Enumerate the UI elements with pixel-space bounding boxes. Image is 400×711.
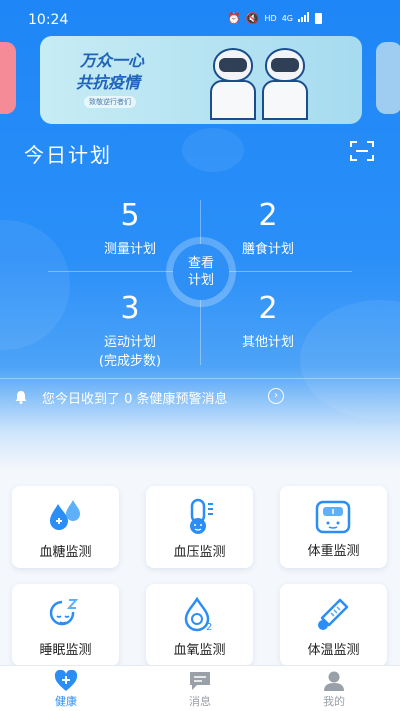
plan-count: 2 <box>258 198 278 233</box>
monitor-card-blood-sugar[interactable]: 血糖监测 <box>12 486 119 568</box>
network-badge: 4G <box>281 14 293 23</box>
plan-exercise[interactable]: 3 运动计划 (完成步数) <box>60 291 200 371</box>
bell-icon <box>14 389 28 404</box>
doctor-illustration <box>210 48 256 124</box>
hd-badge: HD <box>264 14 277 23</box>
decor-blob <box>182 128 244 172</box>
banner-title-line2: 共抗疫情 <box>76 73 141 92</box>
tab-messages[interactable]: 消息 <box>160 670 240 709</box>
thermometer-icon <box>313 596 353 634</box>
status-icons: ⏰ 🔇 HD 4G <box>227 12 322 25</box>
monitor-card-blood-pressure[interactable]: 血压监测 <box>146 486 253 568</box>
mute-icon: 🔇 <box>245 12 260 25</box>
banner[interactable]: 万众一心 共抗疫情 致敬逆行者们 <box>40 36 362 124</box>
alert-text: 您今日收到了 0 条健康预警消息 <box>42 392 228 407</box>
heart-plus-icon <box>54 669 78 692</box>
alarm-icon: ⏰ <box>227 12 241 25</box>
tab-health[interactable]: 健康 <box>26 669 106 709</box>
sleep-face-icon <box>45 596 85 634</box>
signal-icon <box>298 12 310 25</box>
banner-title-line1: 万众一心 <box>80 51 145 70</box>
doctor-illustration <box>262 48 308 124</box>
monitor-label: 血氧监测 <box>173 643 226 658</box>
plan-label: 其他计划 <box>241 335 294 350</box>
monitor-card-temperature[interactable]: 体温监测 <box>280 584 387 666</box>
scale-icon <box>313 498 353 536</box>
view-plan-button[interactable]: 查看 计划 <box>166 237 236 307</box>
plan-grid: 5 测量计划 2 膳食计划 3 运动计划 (完成步数) 2 其他计划 查看 计划 <box>0 190 400 375</box>
status-bar: 10:24 ⏰ 🔇 HD 4G <box>0 0 400 38</box>
message-icon <box>188 670 212 692</box>
view-plan-label-line1: 查看 <box>187 256 214 271</box>
blood-drop-icon <box>45 498 85 536</box>
bottom-tab-bar: 健康 消息 我的 <box>0 665 400 711</box>
battery-icon <box>315 13 322 24</box>
user-icon <box>322 670 346 692</box>
banner-prev-slide[interactable] <box>0 42 16 114</box>
monitor-card-sleep[interactable]: 睡眠监测 <box>12 584 119 666</box>
monitor-label: 血糖监测 <box>39 545 92 560</box>
monitor-label: 体温监测 <box>307 643 360 658</box>
monitor-label: 血压监测 <box>173 545 226 560</box>
banner-subtitle: 致敬逆行者们 <box>84 96 136 108</box>
monitor-card-weight[interactable]: 体重监测 <box>280 486 387 568</box>
plan-sublabel: (完成步数) <box>98 354 162 369</box>
monitor-card-oxygen[interactable]: 2 血氧监测 <box>146 584 253 666</box>
plan-section-title: 今日计划 <box>24 143 112 167</box>
tab-label: 健康 <box>55 695 77 708</box>
plan-count: 5 <box>120 198 140 233</box>
chevron-right-icon[interactable]: › <box>268 388 284 404</box>
tab-profile[interactable]: 我的 <box>294 670 374 709</box>
svg-text:2: 2 <box>206 622 212 633</box>
monitor-label: 体重监测 <box>307 544 360 559</box>
monitor-label: 睡眠监测 <box>39 643 92 658</box>
tab-label: 我的 <box>323 695 345 708</box>
tab-label: 消息 <box>189 695 211 708</box>
thermometer-face-icon <box>179 498 219 536</box>
plan-label: 运动计划 <box>103 335 156 350</box>
banner-title: 万众一心 共抗疫情 <box>76 50 145 94</box>
alert-bar[interactable]: 您今日收到了 0 条健康预警消息 › <box>0 378 400 412</box>
view-plan-label-line2: 计划 <box>187 273 214 288</box>
scan-icon[interactable] <box>350 140 374 162</box>
oxygen-drop-icon: 2 <box>179 596 219 634</box>
status-time: 10:24 <box>28 12 69 28</box>
banner-next-slide[interactable] <box>376 42 400 114</box>
